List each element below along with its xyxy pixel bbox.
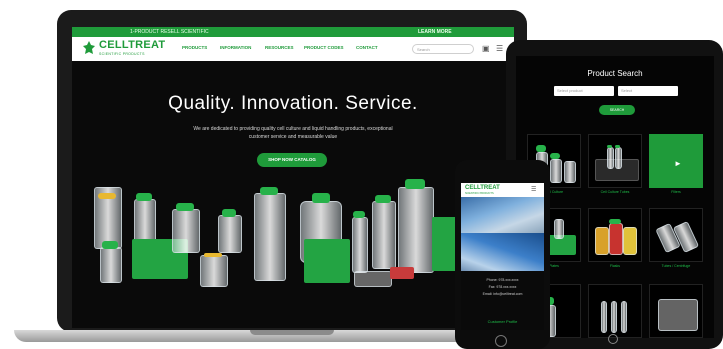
phone-info-line: Fax: 978.xxx.xxxx <box>488 285 517 289</box>
logo-wordmark[interactable]: CELLTREAT <box>99 39 165 51</box>
phone-screen: CELLTREAT SCIENTIFIC PRODUCTS ☰ Phone: 9… <box>461 183 544 330</box>
tile-label[interactable]: Cell Culture Tubes <box>588 190 642 194</box>
hero-cta-button[interactable]: SHOP NOW CATALOG <box>257 153 327 167</box>
main-navbar: CELLTREAT SCIENTIFIC PRODUCTS PRODUCTS I… <box>72 37 514 61</box>
top-utility-bar: 1-PRODUCT RESELL SCIENTIFIC LEARN MORE <box>72 27 514 37</box>
phone-logo[interactable]: CELLTREAT <box>465 185 500 191</box>
scientist-image <box>461 233 544 271</box>
cursor-icon: ► <box>674 159 682 168</box>
phone-home-button[interactable] <box>495 335 507 347</box>
product-search-title: Product Search <box>587 69 643 78</box>
topbar-left-text[interactable]: 1-PRODUCT RESELL SCIENTIFIC <box>130 27 209 37</box>
tablet-home-button[interactable] <box>608 334 618 344</box>
product-tile[interactable] <box>649 208 703 262</box>
learn-more-link[interactable]: LEARN MORE <box>418 27 452 37</box>
tile-label[interactable]: Flasks <box>588 264 642 268</box>
nav-information[interactable]: INFORMATION <box>220 45 251 50</box>
phone-info-line: Phone: 978.xxx.xxxx <box>486 278 519 282</box>
phone-logo-tagline: SCIENTIFIC PRODUCTS <box>465 192 494 195</box>
product-search-button[interactable]: SEARCH <box>599 105 635 115</box>
category-select[interactable]: Select <box>618 86 678 96</box>
celltreat-logo-icon[interactable] <box>82 40 96 58</box>
hero-subtitle: We are dedicated to providing quality ce… <box>193 126 393 140</box>
phone-menu-icon[interactable]: ☰ <box>531 186 536 193</box>
nav-product-codes[interactable]: PRODUCT CODES <box>304 45 344 50</box>
menu-icon[interactable]: ☰ <box>496 44 503 53</box>
tile-label[interactable]: Filters <box>649 190 703 194</box>
product-tile-selected[interactable]: ► <box>649 134 703 188</box>
laptop-screen: 1-PRODUCT RESELL SCIENTIFIC LEARN MORE C… <box>72 27 514 328</box>
laptop-notch <box>250 330 334 335</box>
customer-profile-link[interactable]: Customer Profile <box>461 319 544 324</box>
lab-building-image <box>461 197 544 233</box>
product-tile[interactable] <box>649 284 703 338</box>
hero-title: Quality. Innovation. Service. <box>168 93 418 114</box>
logo-tagline: SCIENTIFIC PRODUCTS <box>99 52 145 56</box>
product-tile[interactable] <box>588 208 642 262</box>
tile-label[interactable]: Tubes / Centrifuge <box>649 264 703 268</box>
search-input[interactable]: Search <box>412 44 474 54</box>
cart-icon[interactable]: ▣ <box>482 44 490 53</box>
phone-header: CELLTREAT SCIENTIFIC PRODUCTS ☰ <box>461 183 544 197</box>
nav-products[interactable]: PRODUCTS <box>182 45 207 50</box>
product-select[interactable]: Select product <box>554 86 614 96</box>
nav-resources[interactable]: RESOURCES <box>265 45 294 50</box>
product-tile[interactable] <box>588 134 642 188</box>
phone-info-line[interactable]: Email: info@celltreat.com <box>461 292 544 296</box>
product-tile[interactable] <box>588 284 642 338</box>
nav-contact[interactable]: CONTACT <box>356 45 378 50</box>
